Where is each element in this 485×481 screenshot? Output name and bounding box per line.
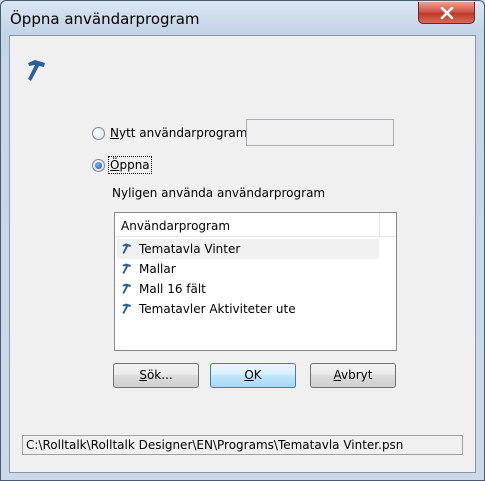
hammer-icon xyxy=(28,60,45,81)
browse-button[interactable]: Sök... xyxy=(113,363,199,388)
new-program-name-input[interactable] xyxy=(246,119,394,146)
ok-button[interactable]: OK xyxy=(210,363,296,388)
recent-programs-label: Nyligen använda användarprogram xyxy=(112,186,326,200)
list-item-label: Mall 16 fält xyxy=(139,282,206,296)
hammer-icon xyxy=(122,263,131,274)
list-item-label: Tematavler Aktiviteter ute xyxy=(139,302,296,316)
hammer-icon xyxy=(122,283,131,294)
list-item[interactable]: Mall 16 fält xyxy=(117,279,379,299)
close-icon xyxy=(440,7,454,19)
recent-programs-list[interactable]: Användarprogram Tematavla Vinter Mallar … xyxy=(114,212,397,351)
window-title: Öppna användarprogram xyxy=(10,10,200,28)
dialog-window: Öppna användarprogram Nytt användarprogr… xyxy=(0,0,485,481)
list-item[interactable]: Tematavler Aktiviteter ute xyxy=(117,299,379,319)
title-bar[interactable]: Öppna användarprogram xyxy=(1,1,484,35)
status-path: C:\Rolltalk\Rolltalk Designer\EN\Program… xyxy=(22,435,463,455)
cancel-button[interactable]: Avbryt xyxy=(310,363,396,388)
hammer-icon xyxy=(122,303,131,314)
list-header: Användarprogram xyxy=(115,213,396,237)
list-item[interactable]: Tematavla Vinter xyxy=(117,239,379,259)
radio-new-program[interactable] xyxy=(92,127,105,140)
list-item-label: Mallar xyxy=(139,262,176,276)
column-header-program[interactable]: Användarprogram xyxy=(115,213,380,236)
dialog-client-area: Nytt användarprogram Öppna Nyligen använ… xyxy=(9,35,476,473)
radio-open-program-label[interactable]: Öppna xyxy=(108,156,152,174)
hammer-icon xyxy=(122,243,131,254)
radio-new-program-label[interactable]: Nytt användarprogram xyxy=(110,126,247,140)
list-item-label: Tematavla Vinter xyxy=(139,242,241,256)
close-button[interactable] xyxy=(418,2,475,24)
list-item[interactable]: Mallar xyxy=(117,259,379,279)
radio-open-program[interactable] xyxy=(92,159,105,172)
